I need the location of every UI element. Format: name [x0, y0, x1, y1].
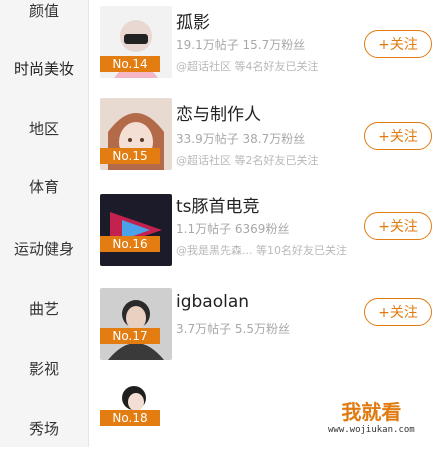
watermark-title: 我就看	[341, 400, 402, 424]
sidebar-item-region[interactable]: 地区	[0, 118, 88, 139]
rank-badge: No.17	[100, 328, 160, 344]
list-item[interactable]: No.17 igbaolan 3.7万帖子 5.5万粉丝 +关注	[88, 282, 448, 370]
sidebar-item-fitness[interactable]: 运动健身	[0, 238, 88, 259]
follow-button[interactable]: +关注	[364, 30, 432, 58]
rank-badge: No.15	[100, 148, 160, 164]
watermark-url: www.wojiukan.com	[328, 425, 415, 435]
friends-followed: @我是黑先森... 等10名好友已关注	[176, 244, 347, 257]
topic-stats: 19.1万帖子 15.7万粉丝	[176, 38, 306, 52]
sidebar-item-quyi[interactable]: 曲艺	[0, 298, 88, 319]
rank-badge: No.16	[100, 236, 160, 252]
topic-stats: 1.1万帖子 6369粉丝	[176, 222, 290, 236]
sidebar-item-fashion[interactable]: 时尚美妆	[0, 58, 88, 79]
topic-list: No.14 孤影 19.1万帖子 15.7万粉丝 @超话社区 等4名好友已关注 …	[88, 0, 448, 448]
follow-button[interactable]: +关注	[364, 212, 432, 240]
rank-badge: No.18	[100, 410, 160, 426]
topic-name: 孤影	[176, 13, 210, 33]
sidebar-item-yanzhi[interactable]: 颜值	[0, 0, 88, 21]
category-sidebar: 颜值 时尚美妆 地区 体育 运动健身 曲艺 影视 秀场	[0, 0, 89, 447]
follow-button[interactable]: +关注	[364, 298, 432, 326]
list-item[interactable]: No.16 ts豚首电竞 1.1万帖子 6369粉丝 @我是黑先森... 等10…	[88, 188, 448, 276]
topic-name: igbaolan	[176, 292, 250, 312]
list-item[interactable]: No.15 恋与制作人 33.9万帖子 38.7万粉丝 @超话社区 等2名好友已…	[88, 92, 448, 180]
topic-stats: 3.7万帖子 5.5万粉丝	[176, 322, 290, 336]
sidebar-item-show[interactable]: 秀场	[0, 418, 88, 439]
list-item[interactable]: No.14 孤影 19.1万帖子 15.7万粉丝 @超话社区 等4名好友已关注 …	[88, 0, 448, 88]
topic-stats: 33.9万帖子 38.7万粉丝	[176, 132, 306, 146]
topic-avatar	[100, 288, 172, 360]
follow-button[interactable]: +关注	[364, 122, 432, 150]
sidebar-item-sports[interactable]: 体育	[0, 176, 88, 197]
friends-followed: @超话社区 等4名好友已关注	[176, 60, 319, 73]
site-watermark: 我就看 www.wojiukan.com	[328, 396, 415, 435]
sidebar-item-film[interactable]: 影视	[0, 358, 88, 379]
rank-badge: No.14	[100, 56, 160, 72]
topic-name: 恋与制作人	[176, 105, 261, 125]
friends-followed: @超话社区 等2名好友已关注	[176, 154, 319, 167]
topic-name: ts豚首电竞	[176, 197, 260, 217]
topic-avatar	[100, 194, 172, 266]
